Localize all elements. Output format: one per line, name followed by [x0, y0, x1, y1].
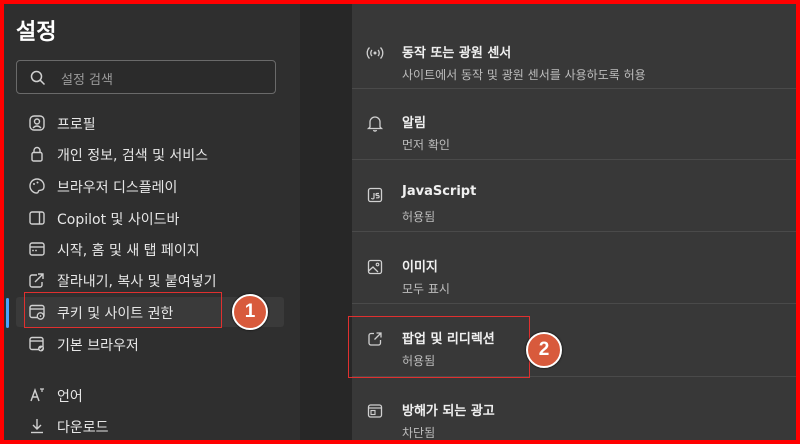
permission-row-intrusive-ads[interactable]: 방해가 되는 광고 차단됨: [352, 378, 796, 440]
home-tab-icon: [29, 242, 45, 256]
permission-status: 사이트에서 동작 및 광원 센서를 사용하도록 허용: [402, 68, 646, 82]
divider: [352, 231, 796, 232]
permission-status: 허용됨: [402, 210, 436, 224]
permission-row-notifications[interactable]: 알림 먼저 확인: [352, 90, 796, 160]
search-icon: [30, 70, 46, 86]
divider: [352, 88, 796, 89]
sensor-icon: [366, 47, 384, 59]
step-1-badge: 1: [232, 294, 268, 330]
step-2-badge: 2: [526, 332, 562, 368]
sidebar-item-label: 개인 정보, 검색 및 서비스: [57, 148, 209, 164]
permission-status: 모두 표시: [402, 282, 450, 296]
active-indicator: [6, 298, 9, 328]
permission-row-sensors[interactable]: 동작 또는 광원 센서 사이트에서 동작 및 광원 센서를 사용하도록 허용: [352, 20, 796, 90]
sidebar-icon: [29, 211, 45, 225]
permission-title: 동작 또는 광원 센서: [402, 46, 512, 61]
sidebar-item-label: 언어: [57, 389, 83, 405]
sidebar-item-label: 프로필: [57, 117, 96, 133]
sidebar-item-downloads[interactable]: 다운로드: [16, 411, 284, 441]
permission-row-images[interactable]: 이미지 모두 표시: [352, 234, 796, 304]
sidebar-item-copilot[interactable]: Copilot 및 사이드바: [16, 203, 284, 233]
sidebar-item-copy-paste[interactable]: 잘라내기, 복사 및 붙여넣기: [16, 265, 284, 295]
sidebar-item-label: 브라우저 디스플레이: [57, 180, 178, 196]
lock-icon: [31, 146, 43, 162]
default-browser-icon: [29, 336, 44, 352]
sidebar-item-privacy[interactable]: 개인 정보, 검색 및 서비스: [16, 139, 284, 169]
search-placeholder: 설정 검색: [61, 73, 113, 88]
sidebar-item-label: 기본 브라우저: [57, 338, 139, 354]
highlight-box-popups: [348, 316, 530, 378]
profile-icon: [29, 115, 45, 131]
highlight-box-cookies: [24, 292, 222, 328]
javascript-icon: [367, 187, 383, 203]
settings-sidebar: 설정 설정 검색 프로필 개인 정보, 검색 및 서비스 브라우저 디스플레이: [4, 4, 300, 440]
ad-icon: [367, 404, 383, 418]
sidebar-item-default-browser[interactable]: 기본 브라우저: [16, 329, 284, 359]
sidebar-item-appearance[interactable]: 브라우저 디스플레이: [16, 171, 284, 201]
sidebar-item-label: Copilot 및 사이드바: [57, 212, 180, 228]
language-icon: [30, 387, 44, 402]
content-gutter: [300, 4, 352, 440]
sidebar-item-start-home[interactable]: 시작, 홈 및 새 탭 페이지: [16, 234, 284, 264]
permission-title: JavaScript: [402, 184, 477, 199]
sidebar-item-language[interactable]: 언어: [16, 380, 284, 410]
sidebar-item-profile[interactable]: 프로필: [16, 108, 284, 138]
permission-title: 방해가 되는 광고: [402, 404, 495, 419]
sidebar-item-label: 시작, 홈 및 새 탭 페이지: [57, 243, 200, 259]
sidebar-item-label: 잘라내기, 복사 및 붙여넣기: [57, 274, 217, 290]
search-input[interactable]: 설정 검색: [16, 60, 276, 94]
share-icon: [29, 273, 44, 288]
palette-icon: [29, 178, 45, 194]
permission-status: 먼저 확인: [402, 138, 450, 152]
permission-status: 차단됨: [402, 426, 436, 440]
permission-row-javascript[interactable]: JavaScript 허용됨: [352, 162, 796, 232]
page-title: 설정: [16, 20, 57, 45]
permission-title: 알림: [402, 116, 426, 131]
download-icon: [31, 419, 43, 434]
sidebar-item-label: 다운로드: [57, 420, 109, 436]
image-icon: [367, 259, 383, 275]
permission-title: 이미지: [402, 260, 438, 275]
divider: [352, 159, 796, 160]
divider: [352, 303, 796, 304]
bell-icon: [366, 116, 384, 132]
